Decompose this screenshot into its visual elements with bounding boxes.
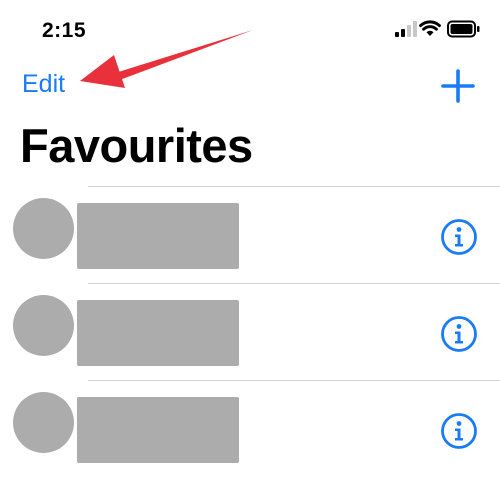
battery-icon [447,20,480,38]
info-button[interactable] [440,218,478,256]
info-icon [441,316,477,352]
plus-icon [441,69,475,103]
info-button[interactable] [440,315,478,353]
add-button[interactable] [440,68,476,104]
annotation-arrow [80,30,253,88]
contact-name-redacted [77,397,239,463]
avatar [13,295,74,356]
info-icon [441,219,477,255]
avatar [13,392,74,453]
favourites-list [0,186,500,477]
list-item[interactable] [0,284,500,380]
info-button[interactable] [440,412,478,450]
avatar [13,198,74,259]
contact-name-redacted [77,300,239,366]
cellular-signal-icon [395,21,417,37]
edit-button[interactable]: Edit [22,70,65,99]
wifi-icon [419,20,441,36]
contact-name-redacted [77,203,239,269]
page-title: Favourites [20,119,253,172]
list-item[interactable] [0,381,500,477]
list-item[interactable] [0,187,500,283]
info-icon [441,413,477,449]
